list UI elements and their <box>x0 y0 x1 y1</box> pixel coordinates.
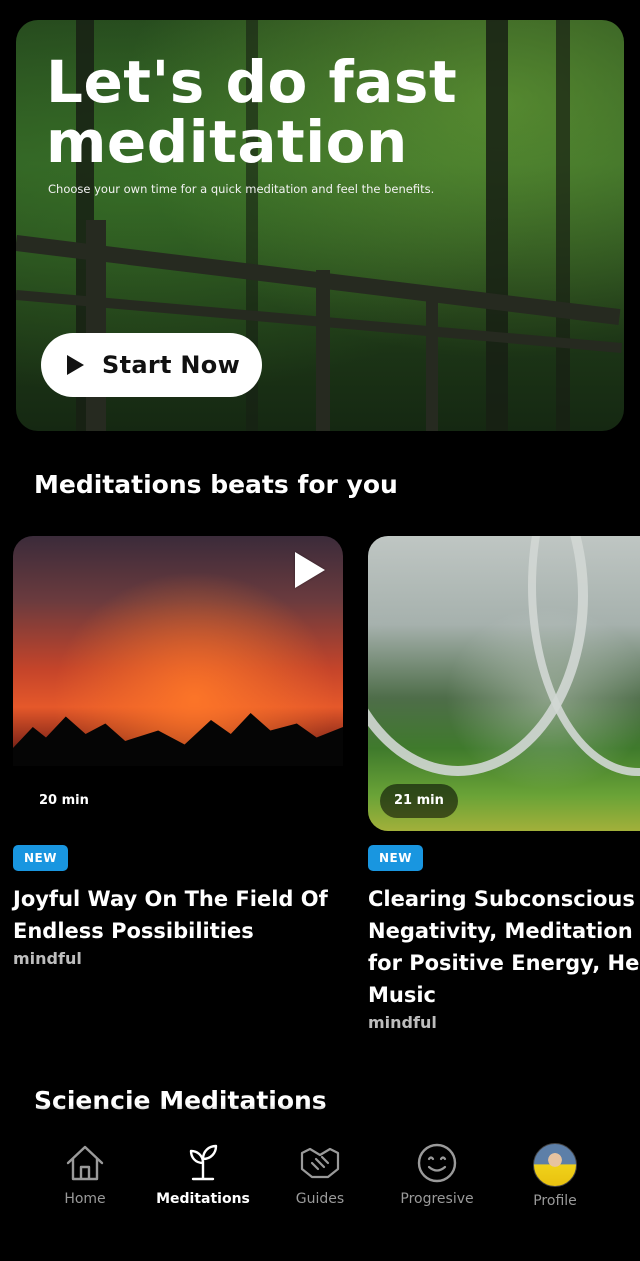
hero-title-line-1: Let's do fast <box>46 48 458 116</box>
bottom-nav: Home Meditations Guides Progresive Profi… <box>0 1125 640 1261</box>
card-title-line: Negativity, Meditation M <box>368 919 640 943</box>
section-title-beats: Meditations beats for you <box>34 470 398 499</box>
duration-badge: 21 min <box>380 784 458 818</box>
nav-label: Guides <box>295 1191 345 1207</box>
duration-badge: 20 min <box>25 784 103 818</box>
card-thumbnail[interactable]: 20 min <box>13 536 343 831</box>
hero-title: Let's do fast meditation <box>46 52 566 172</box>
nav-label: Profile <box>533 1193 577 1209</box>
meditation-card[interactable]: 21 min NEW Clearing Subconscious Negativ… <box>368 536 640 1032</box>
nav-label: Home <box>64 1191 106 1207</box>
hero-banner: Let's do fast meditation Choose your own… <box>16 20 624 431</box>
card-thumbnail[interactable]: 21 min <box>368 536 640 831</box>
sprout-icon <box>189 1144 218 1181</box>
card-title-line: Joyful Way On The Field Of <box>13 887 328 911</box>
avatar <box>533 1143 577 1187</box>
play-icon[interactable] <box>295 552 325 588</box>
start-now-label: Start Now <box>102 351 241 379</box>
nav-item-profile[interactable]: Profile <box>500 1141 610 1209</box>
nav-label: Meditations <box>156 1191 250 1207</box>
card-category: mindful <box>13 949 82 968</box>
nav-item-progresive[interactable]: Progresive <box>382 1141 492 1207</box>
hero-title-line-2: meditation <box>46 108 408 176</box>
card-title: Joyful Way On The Field Of Endless Possi… <box>13 883 343 947</box>
card-title-line: Clearing Subconscious <box>368 887 635 911</box>
card-category: mindful <box>368 1013 437 1032</box>
app-screen: Let's do fast meditation Choose your own… <box>0 0 640 1261</box>
new-badge: NEW <box>368 845 423 871</box>
card-title-line: for Positive Energy, Heal <box>368 951 640 975</box>
smile-icon <box>417 1143 457 1183</box>
nav-item-meditations[interactable]: Meditations <box>148 1141 258 1207</box>
start-now-button[interactable]: Start Now <box>41 333 262 397</box>
card-title: Clearing Subconscious Negativity, Medita… <box>368 883 640 1011</box>
meditation-card[interactable]: 20 min NEW Joyful Way On The Field Of En… <box>13 536 343 968</box>
card-title-line: Music <box>368 983 436 1007</box>
home-icon <box>66 1145 104 1181</box>
new-badge: NEW <box>13 845 68 871</box>
handshake-icon <box>300 1147 340 1179</box>
nav-item-home[interactable]: Home <box>30 1141 140 1207</box>
hero-subtitle: Choose your own time for a quick meditat… <box>48 182 435 196</box>
nav-item-guides[interactable]: Guides <box>265 1141 375 1207</box>
card-title-line: Endless Possibilities <box>13 919 254 943</box>
play-icon <box>67 355 84 375</box>
nav-label: Progresive <box>400 1191 474 1207</box>
